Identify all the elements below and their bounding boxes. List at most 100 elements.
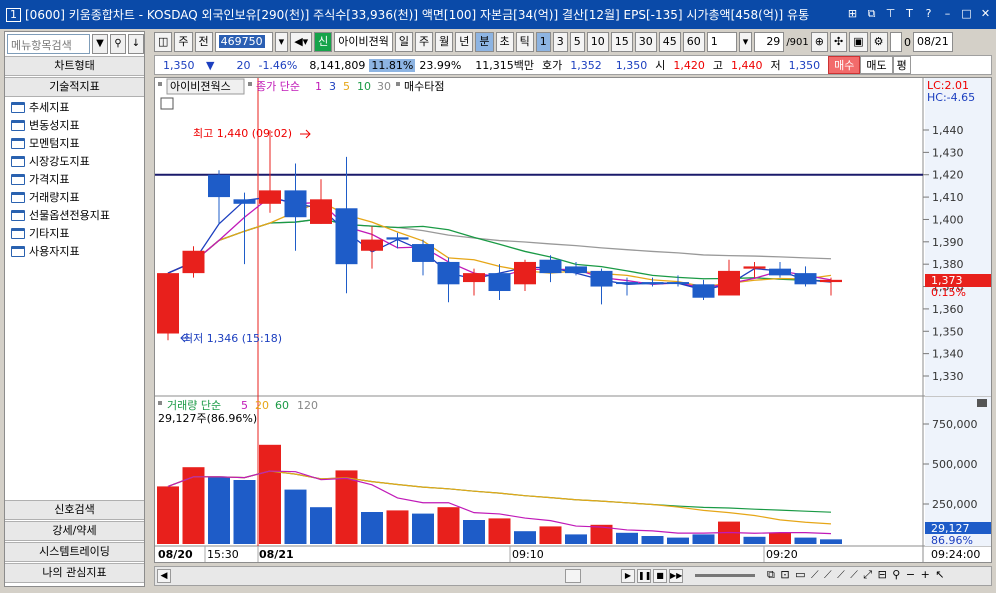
speaker-icon[interactable]: ◀▾ bbox=[290, 32, 313, 52]
y-tick-label: 1,420 bbox=[932, 169, 964, 182]
my-indicator-button[interactable]: 나의 관심지표 bbox=[5, 563, 144, 583]
chart-toolbar: ◫ 주 전 469750 ▾ ◀▾ 신 아이비젼웍 일 주 월 년 분 초 틱 … bbox=[154, 31, 992, 53]
interval-60[interactable]: 60 bbox=[682, 32, 705, 52]
period-day[interactable]: 일 bbox=[394, 32, 414, 52]
tree-item[interactable]: 선물옵션전용지표 bbox=[11, 206, 141, 224]
candle-body bbox=[743, 266, 766, 269]
period-tick[interactable]: 틱 bbox=[515, 32, 534, 52]
playback-controls: ▶ ❚❚ ■ ▶▶ bbox=[621, 569, 683, 583]
font-icon[interactable]: T bbox=[903, 7, 916, 20]
chart-type-header[interactable]: 차트형태 bbox=[5, 56, 144, 76]
tree-item[interactable]: 기타지표 bbox=[11, 224, 141, 242]
chart-scrollbar[interactable]: ◀ ▶ ❚❚ ■ ▶▶ ⧉ ⊡ ▭ ⟋ ⟋ ⟋ ⟋ ⤢ ⊟ ⚲ − + ↖ bbox=[154, 566, 992, 586]
vol-y-tick-label: 750,000 bbox=[932, 418, 978, 431]
interval-45[interactable]: 45 bbox=[658, 32, 681, 52]
price-info-bar: 1,350 ▼ 20 -1.46% 8,141,809 11.81% 23.99… bbox=[154, 55, 992, 75]
system-trading-button[interactable]: 시스템트레이딩 bbox=[5, 542, 144, 562]
period-minute[interactable]: 분 bbox=[475, 32, 494, 52]
close-panel-icon[interactable] bbox=[977, 399, 987, 407]
pin-icon[interactable]: ⊤ bbox=[884, 7, 897, 20]
candlestick-chart[interactable]: 1,4401,4301,4201,4101,4001,3901,3801,370… bbox=[155, 78, 991, 562]
all-button[interactable]: 전 bbox=[194, 32, 213, 52]
signal-search-button[interactable]: 신호검색 bbox=[5, 500, 144, 520]
zoom-icon[interactable]: ⊕ bbox=[810, 32, 828, 52]
candle-body bbox=[361, 239, 383, 251]
candle-body bbox=[310, 199, 332, 224]
volume-bar bbox=[539, 526, 562, 544]
tree-item[interactable]: 변동성지표 bbox=[11, 116, 141, 134]
fast-forward-icon[interactable]: ▶▶ bbox=[669, 569, 683, 583]
arrows-icon[interactable]: ✣ bbox=[830, 32, 848, 52]
vol-ma-20: 20 bbox=[255, 399, 269, 412]
interval-15[interactable]: 15 bbox=[610, 32, 633, 52]
pause-icon[interactable]: ❚❚ bbox=[637, 569, 651, 583]
tree-item[interactable]: 시장강도지표 bbox=[11, 152, 141, 170]
new-chart-icon[interactable]: ◫ bbox=[154, 32, 173, 52]
stop-icon[interactable]: ■ bbox=[653, 569, 667, 583]
vol-current: 29,127주(86.96%) bbox=[158, 412, 257, 425]
play-icon[interactable]: ▶ bbox=[621, 569, 635, 583]
interval-5[interactable]: 5 bbox=[569, 32, 585, 52]
buy-button[interactable]: 매수 bbox=[828, 56, 861, 74]
code-input[interactable]: 469750 bbox=[214, 32, 273, 52]
tree-item[interactable]: 사용자지표 bbox=[11, 242, 141, 260]
page-input[interactable]: 29 bbox=[754, 32, 785, 52]
indicator-header[interactable]: 기술적지표 bbox=[5, 77, 144, 97]
drawing-tools[interactable]: ⧉ ⊡ ▭ ⟋ ⟋ ⟋ ⟋ ⤢ ⊟ ⚲ − + ↖ bbox=[767, 568, 946, 582]
interval-30[interactable]: 30 bbox=[634, 32, 657, 52]
grid-icon[interactable] bbox=[160, 97, 174, 110]
period-week[interactable]: 주 bbox=[415, 32, 434, 52]
menu-search-input[interactable]: 메뉴항목검색 bbox=[7, 34, 90, 54]
help-icon[interactable]: ? bbox=[922, 7, 935, 20]
x-label-0820: 08/20 bbox=[158, 548, 193, 561]
tree-item[interactable]: 거래량지표 bbox=[11, 188, 141, 206]
date-input[interactable]: 08/21 bbox=[913, 32, 953, 52]
search-icon[interactable]: ⚲ bbox=[110, 34, 126, 54]
down-arrow-icon[interactable]: ↓ bbox=[128, 34, 144, 54]
tree-item[interactable]: 가격지표 bbox=[11, 170, 141, 188]
link-icon[interactable]: ⊞ bbox=[846, 7, 859, 20]
period-month[interactable]: 월 bbox=[435, 32, 454, 52]
copy-icon[interactable]: ⧉ bbox=[865, 7, 878, 20]
legend-ma-30: 30 bbox=[377, 80, 391, 93]
market-select[interactable]: 주 bbox=[174, 32, 193, 52]
volume-bar bbox=[361, 512, 383, 544]
save-icon[interactable]: ▣ bbox=[849, 32, 868, 52]
tree-item[interactable]: 모멘텀지표 bbox=[11, 134, 141, 152]
tree-item[interactable]: 추세지표 bbox=[11, 98, 141, 116]
high-annotation: 최고 1,440 (09:02) bbox=[193, 127, 292, 140]
chart-area[interactable]: 1,440 1,430 1,420 1,410 1,400 1,390 1,380 1,370… bbox=[154, 77, 992, 563]
y-tick-label: 1,340 bbox=[932, 348, 964, 361]
strength-button[interactable]: 강세/약세 bbox=[5, 521, 144, 541]
unit-select[interactable]: 1 bbox=[706, 32, 737, 52]
eval-button[interactable]: 평 bbox=[892, 56, 911, 74]
gear-icon[interactable]: ⚙ bbox=[869, 32, 888, 52]
vol-last-pct: 86.96% bbox=[931, 534, 973, 547]
y-tick-label: 1,410 bbox=[932, 191, 964, 204]
scroll-left-icon[interactable]: ◀ bbox=[157, 569, 171, 583]
hoga-label: 호가 bbox=[542, 59, 563, 72]
volume-bar bbox=[616, 532, 638, 544]
close-icon[interactable]: ✕ bbox=[979, 7, 992, 20]
maximize-icon[interactable]: □ bbox=[960, 7, 973, 20]
new-badge[interactable]: 신 bbox=[314, 32, 333, 52]
change-value: 20 bbox=[236, 58, 251, 72]
chevron-down-icon[interactable]: ▼ bbox=[92, 34, 108, 54]
interval-10[interactable]: 10 bbox=[586, 32, 609, 52]
candle-body bbox=[641, 282, 664, 285]
interval-1[interactable]: 1 bbox=[535, 32, 551, 52]
chevron-down-icon[interactable]: ▾ bbox=[274, 32, 289, 52]
sell-button[interactable]: 매도 bbox=[860, 56, 893, 74]
period-year[interactable]: 년 bbox=[455, 32, 474, 52]
minimize-icon[interactable]: – bbox=[941, 7, 954, 20]
folder-icon bbox=[11, 245, 25, 257]
vol-ma-120: 120 bbox=[297, 399, 318, 412]
candle-body bbox=[157, 273, 179, 334]
checkbox[interactable] bbox=[889, 32, 902, 52]
scroll-thumb[interactable] bbox=[565, 569, 581, 583]
y-tick-label: 1,360 bbox=[932, 303, 964, 316]
chevron-down-icon[interactable]: ▾ bbox=[738, 32, 753, 52]
speed-slider[interactable] bbox=[695, 574, 755, 577]
period-second[interactable]: 초 bbox=[495, 32, 514, 52]
interval-3[interactable]: 3 bbox=[552, 32, 568, 52]
